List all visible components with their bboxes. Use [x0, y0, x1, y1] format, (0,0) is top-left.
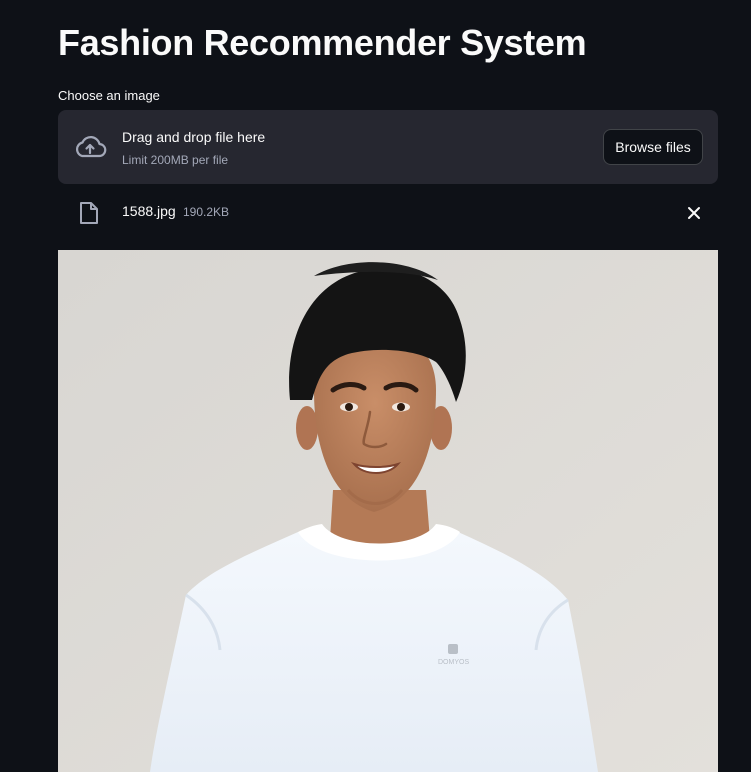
uploaded-image-preview: DOMYOS [58, 250, 718, 772]
page-title: Fashion Recommender System [58, 22, 587, 63]
browse-files-button[interactable]: Browse files [603, 129, 703, 165]
person-photo: DOMYOS [58, 250, 718, 772]
dropzone-title: Drag and drop file here [122, 129, 266, 145]
close-icon[interactable] [686, 205, 702, 221]
uploaded-file-row: 1588.jpg 190.2KB [58, 196, 718, 230]
file-dropzone[interactable]: Drag and drop file here Limit 200MB per … [58, 110, 718, 184]
uploader-label: Choose an image [58, 88, 160, 103]
tshirt-logo: DOMYOS [438, 659, 469, 666]
dropzone-limit: Limit 200MB per file [122, 153, 229, 167]
file-name: 1588.jpg [122, 203, 176, 219]
file-size: 190.2KB [183, 205, 230, 219]
cloud-upload-icon [76, 136, 107, 158]
file-icon [80, 202, 98, 224]
